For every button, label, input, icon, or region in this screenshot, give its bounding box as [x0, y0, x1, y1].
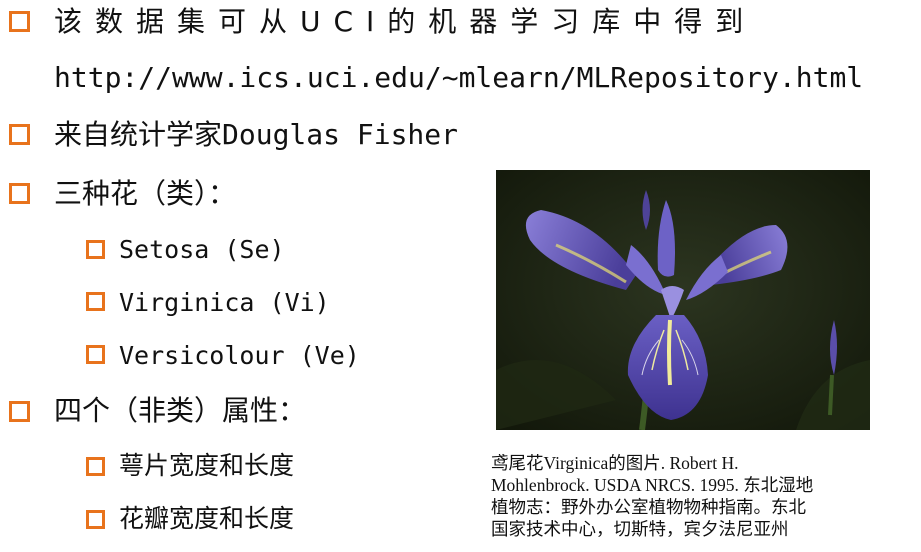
class-item-setosa: Setosa (Se): [119, 235, 285, 264]
bullet-text-classes: 三种花（类）：: [54, 177, 237, 210]
attribute-item-petal: 花瓣宽度和长度: [119, 504, 295, 533]
caption-line: 植物志：野外办公室植物物种指南。东北: [491, 497, 806, 517]
sub-bullet-square-icon: [86, 240, 105, 259]
repository-url-link[interactable]: http://www.ics.uci.edu/~mlearn/MLReposit…: [54, 64, 863, 92]
bullet-square-icon: [9, 11, 30, 32]
caption-line: Mohlenbrock. USDA NRCS. 1995. 东北湿地: [491, 475, 814, 495]
bullet-text-uci-source: 该数据集可从UCI的机器学习库中得到: [54, 5, 757, 38]
bullet-square-icon: [9, 124, 30, 145]
sub-bullet-square-icon: [86, 510, 105, 529]
caption-line: 鸢尾花Virginica的图片. Robert H.: [491, 453, 739, 473]
photo-caption: 鸢尾花Virginica的图片. Robert H. Mohlenbrock. …: [491, 452, 891, 540]
bullet-square-icon: [9, 183, 30, 204]
bullet-text-attributes: 四个（非类）属性：: [54, 394, 307, 427]
attribute-item-sepal: 萼片宽度和长度: [119, 451, 295, 480]
sub-bullet-square-icon: [86, 292, 105, 311]
class-item-virginica: Virginica (Vi): [119, 288, 330, 317]
class-item-versicolour: Versicolour (Ve): [119, 341, 360, 370]
bullet-square-icon: [9, 401, 30, 422]
bullet-text-origin: 来自统计学家Douglas Fisher: [54, 118, 459, 151]
caption-line: 国家技术中心，切斯特，宾夕法尼亚州: [491, 519, 789, 539]
iris-virginica-photo: [496, 170, 870, 430]
sub-bullet-square-icon: [86, 457, 105, 476]
sub-bullet-square-icon: [86, 345, 105, 364]
